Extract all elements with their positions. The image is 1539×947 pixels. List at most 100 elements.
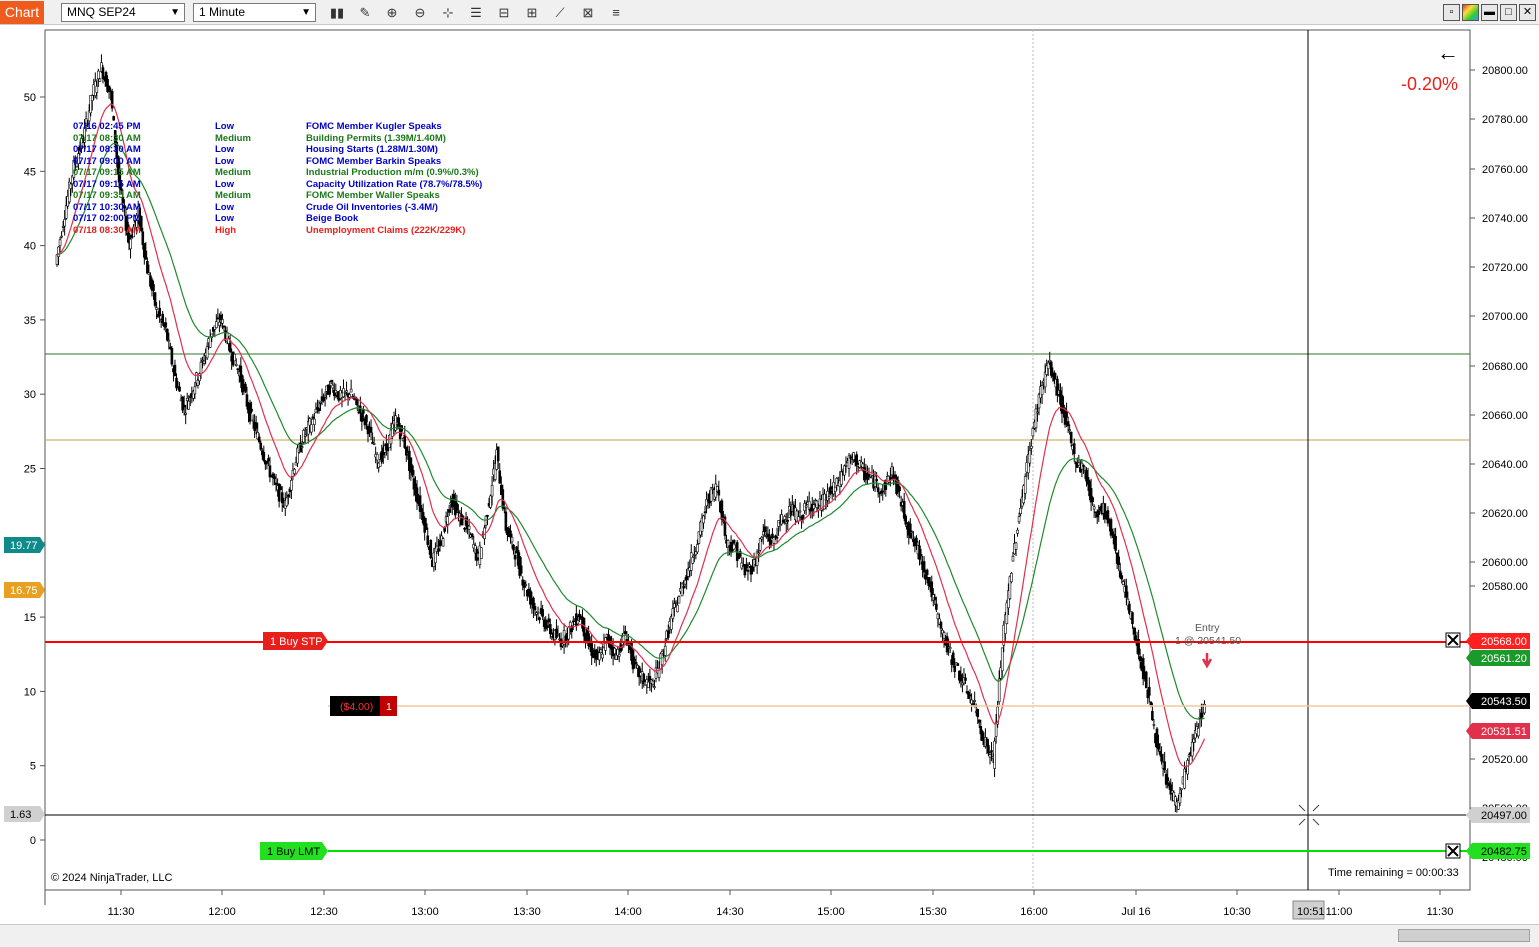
indicators-icon[interactable]: ⟋ [550, 3, 570, 22]
time-remaining-text: Time remaining = 00:00:33 [1328, 867, 1459, 879]
templates-icon[interactable]: ⊟ [494, 3, 514, 22]
right-axis-marker-text: 20561.20 [1481, 653, 1527, 665]
time-axis-tick-label: 15:00 [817, 906, 845, 918]
price-bar [429, 539, 433, 560]
chevron-down-icon: ▼ [301, 7, 311, 18]
time-axis-tick-label: 16:00 [1020, 906, 1048, 918]
event-name: Beige Book [306, 213, 359, 224]
left-axis-tick-label: 35 [24, 315, 36, 327]
price-bar [489, 494, 492, 510]
time-axis-tick-label: 13:00 [411, 906, 439, 918]
time-axis-tick-label: 12:30 [310, 906, 338, 918]
time-axis-tick-label: 14:30 [716, 906, 744, 918]
position-tag[interactable]: ($4.00) 1 [330, 696, 397, 716]
right-axis-tick-label: 20680.00 [1482, 361, 1528, 373]
left-axis-tick-label: 0 [30, 835, 36, 847]
event-impact: Low [215, 201, 234, 213]
cursor-time-text: 10:51 [1297, 906, 1325, 918]
event-name: FOMC Member Waller Speaks [306, 190, 440, 201]
bar-type-icon[interactable]: ▮▮ [327, 3, 347, 22]
price-bar [233, 353, 237, 362]
right-axis-tick-label: 20740.00 [1482, 213, 1528, 225]
buy-limit-label: 1 Buy LMT [267, 846, 320, 858]
right-axis-tick-label: 20660.00 [1482, 410, 1528, 422]
chart-toolbar: Chart MNQ SEP24 ▼ 1 Minute ▼ ▮▮ ✎ ⊕ ⊖ ⊹ … [0, 0, 1539, 25]
event-impact: Low [215, 213, 234, 224]
left-axis-tick-label: 30 [24, 389, 36, 401]
right-axis-marker: 20482.75 [1466, 843, 1530, 859]
price-bar [1109, 517, 1113, 539]
percent-change: -0.20% [1401, 74, 1459, 94]
price-bar [110, 88, 114, 112]
right-axis-marker: 20543.50 [1466, 693, 1530, 709]
event-impact: Medium [215, 167, 251, 178]
strategies-icon[interactable]: ⊞ [522, 3, 542, 22]
event-name: Crude Oil Inventories (-3.4M/) [306, 201, 438, 213]
right-axis-tick-label: 20520.00 [1482, 754, 1528, 766]
event-name: Building Permits (1.39M/1.40M) [306, 132, 446, 144]
restore-icon[interactable]: ▫ [1443, 4, 1460, 21]
event-impact: Low [215, 121, 234, 132]
right-axis-tick-label: 20620.00 [1482, 508, 1528, 520]
interval-selector[interactable]: 1 Minute ▼ [193, 3, 316, 22]
event-name: FOMC Member Kugler Speaks [306, 121, 442, 132]
event-name: Capacity Utilization Rate (78.7%/78.5%) [306, 178, 483, 190]
minimize-icon[interactable]: ▬ [1481, 4, 1498, 21]
right-axis-marker-text: 20531.51 [1481, 726, 1527, 738]
right-axis-tick-label: 20580.00 [1482, 581, 1528, 593]
event-name: Housing Starts (1.28M/1.30M) [306, 144, 438, 155]
data-box-icon[interactable]: ⊠ [578, 3, 598, 22]
instrument-selector[interactable]: MNQ SEP24 ▼ [61, 3, 185, 22]
right-axis-marker-text: 20568.00 [1481, 636, 1527, 648]
chevron-down-icon: ▼ [170, 7, 180, 18]
back-arrow-icon[interactable]: ← [1437, 40, 1459, 66]
event-impact: Low [215, 178, 234, 190]
buy-stop-order-tag[interactable]: 1 Buy STP [263, 632, 328, 650]
price-bar [758, 537, 762, 553]
price-bar [248, 399, 252, 425]
scrollbar-thumb[interactable] [1398, 929, 1530, 942]
event-time: 07/17 09:15 AM [73, 178, 141, 190]
event-time: 07/17 09:00 AM [73, 155, 141, 167]
cancel-limit-button[interactable] [1445, 843, 1461, 859]
maximize-icon[interactable]: □ [1500, 4, 1517, 21]
right-axis-marker-text: 20497.00 [1481, 810, 1527, 822]
price-bar [98, 78, 102, 82]
more-icon[interactable]: ≡ [606, 3, 626, 22]
left-axis-marker-text: 1.63 [10, 809, 31, 821]
left-axis-tick-label: 5 [30, 761, 36, 773]
price-bar [981, 729, 984, 742]
chart-tab[interactable]: Chart [0, 1, 44, 24]
left-axis-tick-label: 10 [24, 686, 36, 698]
time-axis-tick-label: 11:30 [108, 906, 135, 918]
price-bar [951, 650, 955, 668]
right-axis-tick-label: 20760.00 [1482, 164, 1528, 176]
crosshair-icon[interactable]: ⊹ [438, 3, 458, 22]
color-icon[interactable] [1462, 4, 1479, 21]
right-axis-marker: 20497.00 [1466, 807, 1530, 823]
right-axis-marker-text: 20482.75 [1481, 846, 1527, 858]
draw-icon[interactable]: ✎ [355, 3, 375, 22]
cursor-time-marker: 10:51 [1292, 900, 1325, 920]
cancel-stop-button[interactable] [1445, 632, 1461, 648]
right-axis-tick-label: 20600.00 [1482, 557, 1528, 569]
zoom-out-icon[interactable]: ⊖ [410, 3, 430, 22]
close-icon[interactable]: ✕ [1519, 4, 1536, 21]
instrument-value: MNQ SEP24 [67, 5, 136, 19]
time-axis-tick-label: 11:00 [1326, 906, 1353, 918]
position-qty: 1 [386, 701, 392, 713]
event-impact: Medium [215, 132, 251, 144]
right-axis-tick-label: 20800.00 [1482, 65, 1528, 77]
right-axis-marker: 20561.20 [1466, 650, 1530, 666]
horizontal-scrollbar[interactable] [0, 924, 1539, 947]
right-axis-tick-label: 20700.00 [1482, 311, 1528, 323]
event-time: 07/17 08:30 AM [73, 132, 141, 144]
chart-plot-area[interactable] [44, 29, 1471, 891]
price-bar [166, 328, 169, 342]
properties-icon[interactable]: ☰ [466, 3, 486, 22]
time-axis-tick-label: 11:30 [1427, 906, 1454, 918]
price-bar [518, 552, 521, 579]
zoom-in-icon[interactable]: ⊕ [382, 3, 402, 22]
left-axis-marker: 16.75 [4, 582, 45, 598]
buy-limit-order-tag[interactable]: 1 Buy LMT [260, 842, 328, 860]
